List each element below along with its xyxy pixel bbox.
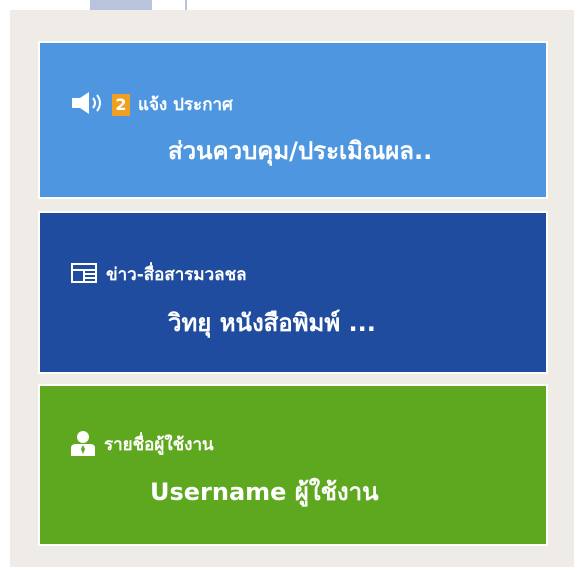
top-tab — [90, 0, 152, 10]
top-tab-edge — [185, 0, 187, 10]
announcements-title: แจ้ง ประกาศ — [138, 94, 233, 115]
news-tile[interactable]: ข่าว-สื่อสารมวลชล วิทยุ หนังสือพิมพ์ ... — [38, 211, 548, 374]
newspaper-icon — [70, 261, 98, 289]
user-icon — [70, 430, 96, 460]
top-strip — [0, 0, 574, 10]
announcements-subtitle: ส่วนควบคุม/ประเมิณผล.. — [168, 137, 433, 165]
user-tile[interactable]: รายชื่อผู้ใช้งาน Username ผู้ใช้งาน — [38, 384, 548, 546]
announcements-tile[interactable]: 2 แจ้ง ประกาศ ส่วนควบคุม/ประเมิณผล.. — [38, 41, 548, 199]
user-subtitle: Username ผู้ใช้งาน — [150, 478, 379, 506]
news-title: ข่าว-สื่อสารมวลชล — [106, 264, 247, 285]
news-subtitle: วิทยุ หนังสือพิมพ์ ... — [168, 309, 376, 337]
speaker-icon — [70, 91, 104, 119]
user-title: รายชื่อผู้ใช้งาน — [104, 434, 214, 455]
announcement-count-badge: 2 — [112, 94, 130, 116]
